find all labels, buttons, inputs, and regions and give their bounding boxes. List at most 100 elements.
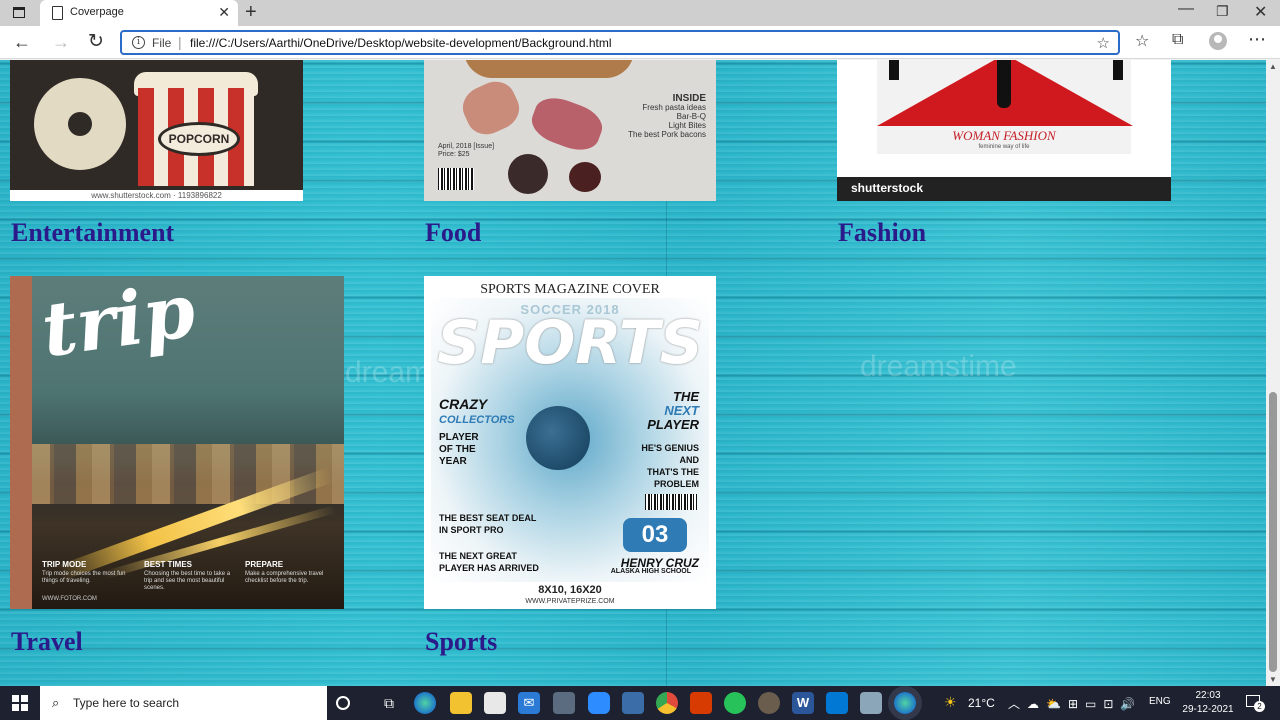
- caption-sports[interactable]: Sports: [425, 627, 497, 657]
- cover-title: trip: [36, 276, 201, 375]
- entertainment-cover-image[interactable]: POPCORN www.shutterstock.com · 119389682…: [10, 60, 303, 201]
- mail-icon[interactable]: ✉: [518, 692, 540, 714]
- add-favorite-icon[interactable]: ☆: [1097, 34, 1110, 52]
- reload-button[interactable]: ↻: [88, 31, 104, 53]
- cover-player-arrived: THE NEXT GREAT PLAYER HAS ARRIVED: [439, 550, 539, 574]
- address-scheme: File: [152, 36, 172, 50]
- clock-date: 29-12-2021: [1182, 704, 1234, 715]
- notepad-icon[interactable]: [860, 692, 882, 714]
- page-icon: [52, 6, 63, 20]
- cover-header: SPORTS MAGAZINE COVER: [480, 282, 660, 297]
- clock-time: 22:03: [1195, 690, 1221, 701]
- new-tab-button[interactable]: +: [245, 1, 257, 23]
- cover-player-of-year: PLAYER OF THE YEAR: [439, 432, 479, 468]
- caption-entertainment[interactable]: Entertainment: [11, 218, 174, 248]
- film-reel-icon: [28, 72, 132, 176]
- language-indicator[interactable]: ENG: [1149, 696, 1171, 707]
- scroll-down-icon[interactable]: ▼: [1269, 675, 1277, 684]
- tab-coverpage[interactable]: Coverpage ✕: [40, 0, 238, 26]
- food-roll: [456, 74, 526, 142]
- back-button[interactable]: ←: [13, 31, 31, 53]
- scroll-up-icon[interactable]: ▲: [1269, 62, 1277, 71]
- cover-seat-deal: THE BEST SEAT DEAL IN SPORT PRO: [439, 512, 536, 536]
- poy-line: OF THE: [439, 444, 476, 455]
- taskbar: ⌕ Type here to search ⧉ ✉ W ☀ 21°C ︿☁⛅⊞▭…: [0, 686, 1280, 720]
- cover-credit: www.shutterstock.com · 1193896822: [10, 190, 303, 201]
- whatsapp-icon[interactable]: [724, 692, 746, 714]
- cover-artwork: SOCCER 2018 SPORTS CRAZY COLLECTORS PLAY…: [431, 298, 709, 582]
- sports-cover-image[interactable]: SPORTS MAGAZINE COVER SOCCER 2018 SPORTS…: [424, 276, 716, 609]
- collections-icon[interactable]: ⧉: [1172, 31, 1183, 49]
- settings-gear-icon[interactable]: [758, 692, 780, 714]
- search-icon: ⌕: [52, 695, 60, 710]
- cover-crazy: CRAZY: [439, 396, 488, 412]
- word-icon[interactable]: W: [792, 692, 814, 714]
- cortana-icon[interactable]: [336, 696, 350, 710]
- soccer-ball-icon: [526, 406, 590, 470]
- caption-food[interactable]: Food: [425, 218, 481, 248]
- pencil-app-icon[interactable]: [622, 692, 644, 714]
- zoom-icon[interactable]: [588, 692, 610, 714]
- task-view-icon[interactable]: ⧉: [378, 692, 400, 714]
- office-icon[interactable]: [690, 692, 712, 714]
- travel-cover-image[interactable]: trip TRIP MODE Trip mode choices the mos…: [10, 276, 344, 609]
- inside-line: Light Bites: [668, 121, 706, 130]
- clock[interactable]: 22:03 29-12-2021: [1181, 689, 1235, 717]
- temperature[interactable]: 21°C: [968, 696, 995, 710]
- vertical-scrollbar[interactable]: ▲ ▼: [1266, 60, 1280, 686]
- fashion-cover-image[interactable]: WOMAN FASHION feminine way of life shutt…: [837, 60, 1171, 201]
- address-bar[interactable]: i File | file:///C:/Users/Aarthi/OneDriv…: [120, 30, 1120, 55]
- inside-line: Bar-B-Q: [676, 112, 706, 121]
- profile-avatar[interactable]: [1209, 32, 1227, 50]
- cover-subtitle: feminine way of life: [978, 144, 1030, 150]
- cover-number: 03: [623, 518, 687, 552]
- close-window-button[interactable]: ✕: [1254, 2, 1267, 22]
- more-menu-icon[interactable]: ⋯: [1248, 29, 1266, 50]
- cover-genius: HE'S GENIUS AND THAT'S THE PROBLEM: [641, 442, 699, 490]
- column-heading: TRIP MODE: [42, 560, 87, 569]
- favorites-icon[interactable]: ☆: [1135, 31, 1149, 51]
- watermark: dreamstime: [860, 350, 1017, 383]
- minimize-button[interactable]: —: [1178, 0, 1194, 18]
- inside-line: Fresh pasta ideas: [642, 103, 706, 112]
- virtual-machine-icon[interactable]: [553, 692, 575, 714]
- genius-line: PROBLEM: [654, 479, 699, 489]
- cover-issue: April, 2018 [Issue] Price: $25: [438, 143, 494, 159]
- poy-line: PLAYER: [439, 432, 479, 443]
- notification-icon[interactable]: 2: [1246, 695, 1265, 712]
- cover-collectors: COLLECTORS: [439, 414, 515, 426]
- column-heading: PREPARE: [245, 560, 284, 569]
- cover-spine: [10, 276, 32, 609]
- window-menu-icon[interactable]: [8, 4, 30, 22]
- maximize-button[interactable]: ❐: [1216, 3, 1229, 20]
- barcode-icon: [645, 494, 697, 510]
- caption-travel[interactable]: Travel: [11, 627, 83, 657]
- forward-button[interactable]: →: [52, 31, 70, 53]
- edge-app-icon[interactable]: [414, 692, 436, 714]
- cover-column: TRIP MODE Trip mode choices the most fun…: [42, 560, 132, 585]
- bread-image: [464, 60, 634, 78]
- chrome-icon[interactable]: [656, 692, 678, 714]
- system-tray-icons[interactable]: ︿☁⛅⊞▭⊡🔊: [1008, 695, 1142, 712]
- weather-icon[interactable]: ☀: [944, 694, 957, 711]
- cover-title: SPORTS: [437, 308, 703, 378]
- next-line: PLAYER: [647, 417, 699, 432]
- address-url[interactable]: file:///C:/Users/Aarthi/OneDrive/Desktop…: [190, 36, 612, 50]
- scrollbar-thumb[interactable]: [1269, 392, 1277, 672]
- tab-close-icon[interactable]: ✕: [218, 4, 230, 21]
- cover-size: 8X10, 16X20: [538, 584, 602, 596]
- edge-active-icon[interactable]: [894, 692, 916, 714]
- cover-title: WOMAN FASHION: [952, 128, 1056, 143]
- cover-school: ALASKA HIGH SCHOOL: [610, 568, 691, 575]
- caption-fashion[interactable]: Fashion: [838, 218, 926, 248]
- tab-title: Coverpage: [70, 6, 124, 18]
- food-cover-image[interactable]: INSIDE Fresh pasta ideas Bar-B-Q Light B…: [424, 60, 716, 201]
- windows-start-icon[interactable]: [12, 695, 28, 711]
- vscode-icon[interactable]: [826, 692, 848, 714]
- file-explorer-icon[interactable]: [450, 692, 472, 714]
- seat-line: IN SPORT PRO: [439, 525, 504, 535]
- info-icon[interactable]: i: [132, 36, 145, 49]
- store-icon[interactable]: [484, 692, 506, 714]
- next-line: NEXT: [664, 403, 699, 418]
- taskbar-search-box[interactable]: ⌕ Type here to search: [40, 686, 327, 720]
